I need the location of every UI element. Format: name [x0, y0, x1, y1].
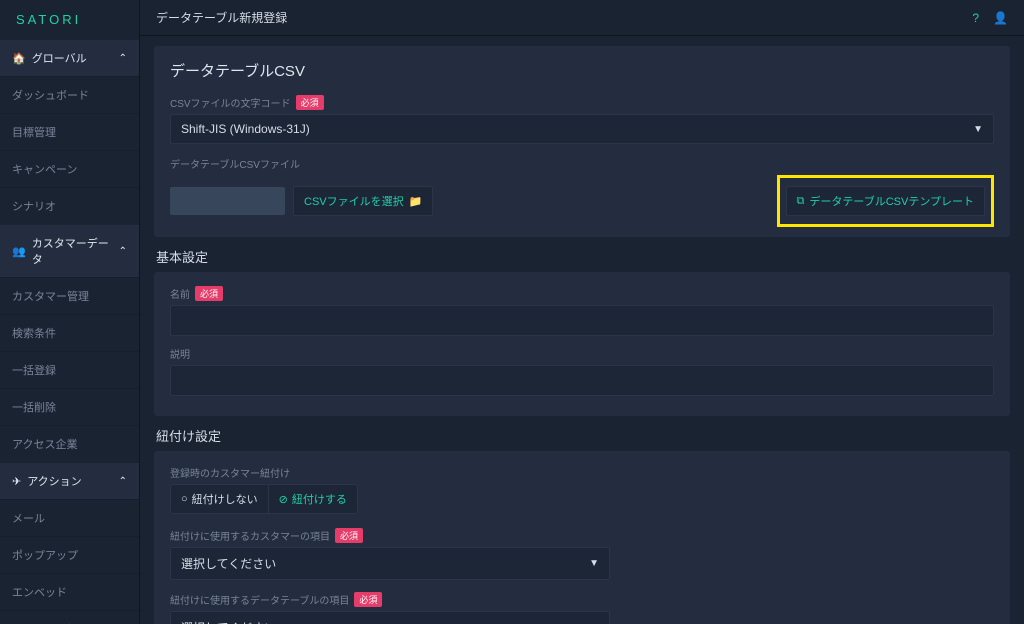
- template-label: データテーブルCSVテンプレート: [809, 193, 974, 209]
- nav-item-customer-mgmt[interactable]: カスタマー管理: [0, 277, 139, 314]
- nav-item-popup[interactable]: ポップアップ: [0, 536, 139, 573]
- file-label: データテーブルCSVファイル: [170, 156, 300, 171]
- circle-icon: ⊘: [279, 493, 288, 506]
- nav-item-campaign[interactable]: キャンペーン: [0, 150, 139, 187]
- caret-down-icon: ▼: [589, 558, 599, 569]
- nav-item-search-cond[interactable]: 検索条件: [0, 314, 139, 351]
- nav-item-access-company[interactable]: アクセス企業: [0, 425, 139, 462]
- nav-item-embed[interactable]: エンベッド: [0, 573, 139, 610]
- nav-section-label: グローバル: [32, 50, 87, 66]
- dashboard-icon: 🏠: [12, 52, 26, 65]
- choose-file-button[interactable]: CSVファイルを選択 📁: [293, 186, 433, 216]
- table-field-label: 紐付けに使用するデータテーブルの項目: [170, 592, 349, 607]
- encoding-select[interactable]: Shift-JIS (Windows-31J) ▼: [170, 114, 994, 144]
- customer-field-label: 紐付けに使用するカスタマーの項目: [170, 528, 330, 543]
- nav-item-mail[interactable]: メール: [0, 499, 139, 536]
- users-icon: 👥: [12, 245, 26, 258]
- nav-item-scenario[interactable]: シナリオ: [0, 187, 139, 224]
- binding-panel: 登録時のカスタマー紐付け ○ 紐付けしない ⊘ 紐付けする 紐付けに使用するカス…: [154, 451, 1010, 624]
- customer-field-select[interactable]: 選択してください ▼: [170, 547, 610, 580]
- toggle-label: 紐付けする: [292, 491, 347, 507]
- reg-label: 登録時のカスタマー紐付け: [170, 465, 290, 480]
- file-path-input[interactable]: [170, 187, 285, 215]
- nav-item-dashboard[interactable]: ダッシュボード: [0, 76, 139, 113]
- folder-icon: 📁: [409, 195, 423, 208]
- choose-file-label: CSVファイルを選択: [304, 193, 404, 209]
- nav-item-bulk-register[interactable]: 一括登録: [0, 351, 139, 388]
- select-placeholder: 選択してください: [181, 619, 276, 624]
- help-icon[interactable]: ?: [972, 11, 979, 25]
- desc-label: 説明: [170, 346, 190, 361]
- user-icon[interactable]: 👤: [993, 11, 1008, 25]
- sidebar: SATORI 🏠 グローバル ⌃ ダッシュボード 目標管理 キャンペーン シナリオ…: [0, 0, 140, 624]
- chevron-up-icon: ⌃: [119, 246, 127, 257]
- nav-item-push[interactable]: プッシュ通知: [0, 610, 139, 624]
- nav-section-customer[interactable]: 👥 カスタマーデータ ⌃: [0, 224, 139, 277]
- nav-section-label: カスタマーデータ: [32, 235, 119, 267]
- template-highlight: ⧉ データテーブルCSVテンプレート: [777, 175, 995, 227]
- caret-down-icon: ▼: [973, 124, 983, 135]
- name-input[interactable]: [170, 305, 994, 336]
- required-badge: 必須: [354, 592, 382, 607]
- brand-logo: SATORI: [0, 0, 139, 39]
- basic-panel: 名前 必須 説明: [154, 272, 1010, 416]
- select-placeholder: 選択してください: [181, 555, 276, 572]
- nav-section-label: アクション: [27, 473, 81, 489]
- chevron-up-icon: ⌃: [119, 53, 127, 64]
- toggle-no-binding[interactable]: ○ 紐付けしない: [170, 484, 268, 514]
- circle-icon: ○: [181, 493, 188, 505]
- name-label: 名前: [170, 286, 190, 301]
- binding-section-label: 紐付け設定: [154, 426, 1010, 445]
- chevron-up-icon: ⌃: [119, 476, 127, 487]
- download-icon: ⧉: [797, 195, 805, 208]
- toggle-yes-binding[interactable]: ⊘ 紐付けする: [268, 484, 358, 514]
- topbar: データテーブル新規登録 ? 👤: [140, 0, 1024, 36]
- nav-section-action[interactable]: ✈ アクション ⌃: [0, 462, 139, 499]
- plane-icon: ✈: [12, 475, 21, 488]
- page-title: データテーブル新規登録: [156, 9, 287, 26]
- encoding-value: Shift-JIS (Windows-31J): [181, 122, 310, 136]
- main: データテーブル新規登録 ? 👤 データテーブルCSV CSVファイルの文字コード…: [140, 0, 1024, 624]
- csv-panel: データテーブルCSV CSVファイルの文字コード 必須 Shift-JIS (W…: [154, 46, 1010, 237]
- required-badge: 必須: [335, 528, 363, 543]
- content: データテーブルCSV CSVファイルの文字コード 必須 Shift-JIS (W…: [140, 36, 1024, 624]
- desc-input[interactable]: [170, 365, 994, 396]
- table-field-select[interactable]: 選択してください ▼: [170, 611, 610, 624]
- toggle-label: 紐付けしない: [192, 491, 258, 507]
- encoding-label: CSVファイルの文字コード: [170, 95, 291, 110]
- nav-section-global[interactable]: 🏠 グローバル ⌃: [0, 39, 139, 76]
- required-badge: 必須: [296, 95, 324, 110]
- csv-template-button[interactable]: ⧉ データテーブルCSVテンプレート: [786, 186, 986, 216]
- csv-panel-title: データテーブルCSV: [170, 60, 994, 81]
- basic-section-label: 基本設定: [154, 247, 1010, 266]
- required-badge: 必須: [195, 286, 223, 301]
- nav-item-goals[interactable]: 目標管理: [0, 113, 139, 150]
- nav-item-bulk-delete[interactable]: 一括削除: [0, 388, 139, 425]
